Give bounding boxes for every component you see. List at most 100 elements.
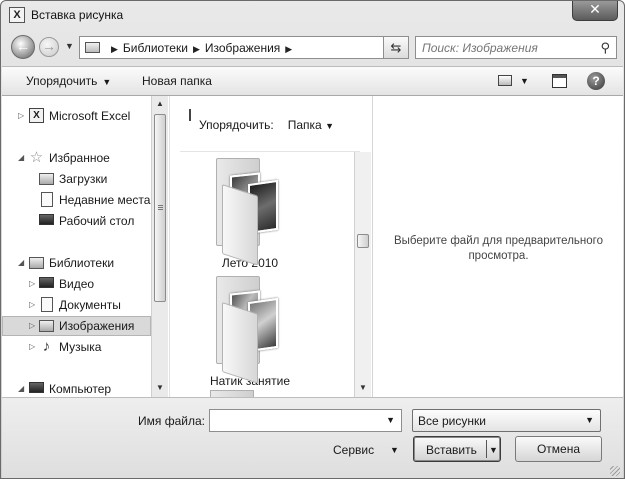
computer-icon — [29, 382, 44, 393]
pictures-folder-icon — [85, 42, 100, 53]
scroll-thumb[interactable] — [154, 114, 166, 302]
nav-item-microsoft-excel[interactable]: ▷ X Microsoft Excel — [2, 106, 151, 126]
folder-front-shape — [222, 184, 258, 266]
expand-arrow-icon[interactable]: ▷ — [18, 111, 24, 120]
preview-message: Выберите файл для предварительного просм… — [394, 235, 603, 262]
folder-item[interactable]: Лето 2010 — [190, 154, 310, 270]
collapse-arrow-icon[interactable]: ◢ — [18, 258, 24, 267]
nav-item-computer[interactable]: ◢ Компьютер — [2, 379, 151, 397]
folder-front-shape — [222, 302, 258, 384]
nav-item-libraries[interactable]: ◢ Библиотеки — [2, 253, 151, 273]
nav-pane-scrollbar[interactable]: ▲ ▼ — [151, 96, 168, 397]
recent-places-icon — [41, 192, 53, 207]
chevron-down-icon: ▼ — [585, 415, 594, 425]
scroll-down-icon[interactable]: ▼ — [355, 380, 371, 396]
main-area: ▷ X Microsoft Excel ◢ ☆ Избранное Загруз… — [2, 96, 623, 397]
preview-pane: Выберите файл для предварительного просм… — [372, 96, 623, 397]
search-input[interactable] — [422, 40, 592, 56]
grip-icon — [158, 205, 163, 206]
video-icon — [39, 277, 54, 288]
resize-grip-icon[interactable] — [610, 466, 620, 476]
chevron-down-icon: ▼ — [102, 77, 112, 87]
arrange-by-dropdown[interactable]: Папка ▼ — [288, 118, 334, 132]
file-type-select[interactable]: Все рисунки ▼ — [412, 409, 601, 432]
close-button[interactable]: ✕ — [572, 1, 618, 21]
organize-label: Упорядочить — [26, 74, 98, 88]
tools-button[interactable]: Сервис — [333, 443, 374, 457]
file-list-scrollbar[interactable]: ▼ — [354, 152, 371, 397]
arrange-by-label: Упорядочить: — [199, 118, 274, 132]
change-view-icon[interactable] — [498, 75, 512, 86]
filename-combo[interactable]: ▼ — [209, 409, 402, 432]
chevron-down-icon[interactable]: ▼ — [386, 415, 395, 425]
breadcrumb-separator-icon[interactable]: ▶ — [285, 44, 292, 54]
nav-item-label: Компьютер — [49, 382, 112, 396]
nav-item-favorites[interactable]: ◢ ☆ Избранное — [2, 148, 151, 168]
new-folder-button[interactable]: Новая папка — [142, 74, 212, 88]
text-cursor — [189, 109, 191, 121]
scroll-up-icon[interactable]: ▲ — [152, 96, 168, 112]
insert-label: Вставить — [426, 443, 477, 457]
folder-item[interactable]: Натик занятие — [190, 272, 310, 388]
nav-item-recent-places[interactable]: Недавние места — [2, 190, 151, 210]
nav-item-label: Музыка — [59, 340, 102, 354]
breadcrumb-separator-icon[interactable]: ▶ — [111, 44, 118, 54]
pictures-icon — [39, 320, 54, 332]
expand-arrow-icon[interactable]: ▷ — [29, 300, 35, 309]
help-icon[interactable]: ? — [587, 72, 605, 90]
nav-item-video[interactable]: ▷ Видео — [2, 274, 151, 294]
back-arrow-icon: ← — [16, 38, 30, 54]
nav-item-label: Загрузки — [59, 172, 108, 186]
navigation-pane: ▷ X Microsoft Excel ◢ ☆ Избранное Загруз… — [2, 96, 151, 397]
filename-input[interactable] — [214, 413, 379, 429]
scroll-down-icon[interactable]: ▼ — [152, 380, 168, 396]
scroll-thumb[interactable] — [357, 234, 369, 248]
refresh-button[interactable]: ⇆ — [383, 36, 409, 59]
nav-item-pictures[interactable]: ▷ Изображения — [2, 316, 151, 336]
arrange-by-bar: Упорядочить: Папка ▼ — [199, 118, 334, 132]
arrange-by-value: Папка — [287, 118, 322, 132]
nav-item-label: Недавние места — [59, 193, 151, 207]
nav-item-desktop[interactable]: Рабочий стол — [2, 211, 151, 231]
expand-arrow-icon[interactable]: ▷ — [29, 321, 35, 330]
insert-button[interactable]: Вставить ▼ — [413, 436, 501, 462]
view-options-dropdown-icon[interactable]: ▼ — [520, 76, 529, 86]
nav-item-label: Документы — [59, 298, 121, 312]
breadcrumb-separator-icon[interactable]: ▶ — [193, 44, 200, 54]
command-bar: Упорядочить ▼ Новая папка ▼ ? — [2, 66, 623, 96]
back-button[interactable]: ← — [11, 35, 35, 59]
chevron-down-icon: ▼ — [325, 121, 334, 131]
documents-icon — [41, 297, 53, 312]
cancel-button[interactable]: Отмена — [515, 436, 602, 462]
folder-icon — [208, 154, 292, 266]
downloads-icon — [39, 173, 54, 185]
excel-icon: X — [29, 108, 44, 123]
forward-arrow-icon: → — [42, 38, 56, 54]
preview-pane-toggle-icon[interactable] — [552, 74, 567, 88]
title-bar[interactable]: X Вставка рисунка ✕ — [1, 1, 624, 31]
recent-pages-dropdown-icon[interactable]: ▼ — [65, 41, 74, 51]
nav-item-documents[interactable]: ▷ Документы — [2, 295, 151, 315]
collapse-arrow-icon[interactable]: ◢ — [18, 153, 24, 162]
nav-item-label: Изображения — [59, 319, 135, 333]
insert-options-dropdown-icon[interactable]: ▼ — [489, 445, 498, 455]
search-box[interactable]: ⚲ — [415, 36, 617, 59]
music-icon: ♪ — [42, 338, 51, 355]
breadcrumb-libraries[interactable]: Библиотеки — [123, 41, 188, 55]
star-icon: ☆ — [29, 149, 44, 166]
expand-arrow-icon[interactable]: ▷ — [29, 342, 35, 351]
breadcrumb-pictures[interactable]: Изображения — [205, 41, 280, 55]
window-title: Вставка рисунка — [31, 8, 124, 22]
folder-icon — [208, 272, 292, 384]
organize-button[interactable]: Упорядочить ▼ — [26, 74, 111, 88]
chevron-down-icon[interactable]: ▼ — [390, 445, 399, 455]
file-type-value: Все рисунки — [418, 414, 486, 428]
nav-item-music[interactable]: ▷ ♪ Музыка — [2, 337, 151, 357]
address-bar[interactable]: ▶Библиотеки▶Изображения▶ ▼ — [79, 36, 409, 59]
expand-arrow-icon[interactable]: ▷ — [29, 279, 35, 288]
search-icon[interactable]: ⚲ — [600, 40, 610, 56]
nav-item-downloads[interactable]: Загрузки — [2, 169, 151, 189]
folder-icon[interactable] — [210, 390, 254, 397]
forward-button[interactable]: → — [39, 37, 59, 57]
collapse-arrow-icon[interactable]: ◢ — [18, 384, 24, 393]
